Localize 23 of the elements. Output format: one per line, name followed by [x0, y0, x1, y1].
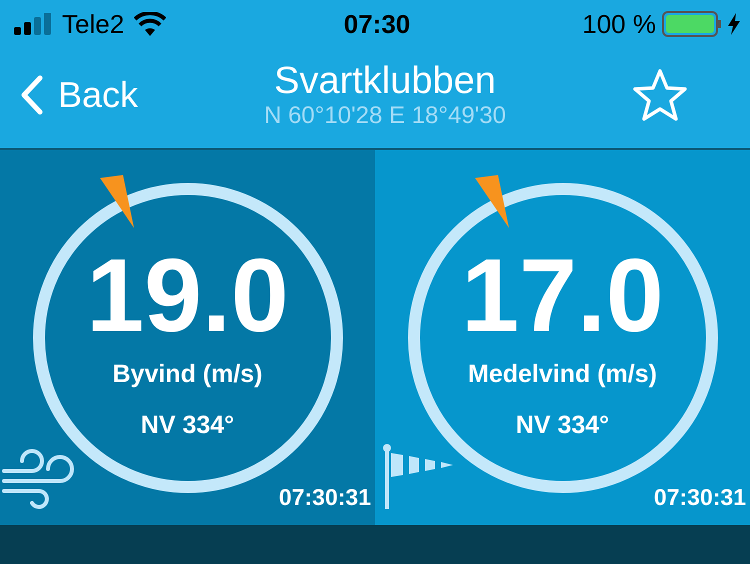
battery-icon — [662, 11, 722, 37]
coordinates: N 60°10'28 E 18°49'30 — [264, 102, 506, 130]
favorite-button[interactable] — [632, 68, 688, 122]
direction-pointer — [475, 175, 509, 228]
wifi-icon — [134, 12, 166, 36]
direction-pointer — [100, 175, 134, 228]
charging-icon — [728, 13, 740, 35]
wind-speed: 17.0 — [461, 242, 664, 350]
reading-time: 07:30:31 — [278, 484, 371, 511]
carrier-name: Tele2 — [62, 8, 124, 40]
wind-label: Medelvind (m/s) — [468, 360, 657, 389]
wind-label: Byvind (m/s) — [112, 360, 263, 389]
star-icon — [632, 68, 688, 122]
wind-direction: NV 334° — [516, 411, 610, 440]
battery-percent: 100 % — [582, 8, 656, 40]
status-time: 07:30 — [344, 8, 410, 40]
reading-time: 07:30:31 — [654, 484, 746, 511]
chevron-left-icon — [20, 75, 44, 115]
back-button[interactable]: Back — [20, 74, 138, 116]
wind-direction: NV 334° — [140, 411, 234, 440]
station-title: Svartklubben — [274, 60, 496, 102]
wind-speed: 19.0 — [86, 242, 289, 350]
signal-icon — [14, 13, 52, 35]
